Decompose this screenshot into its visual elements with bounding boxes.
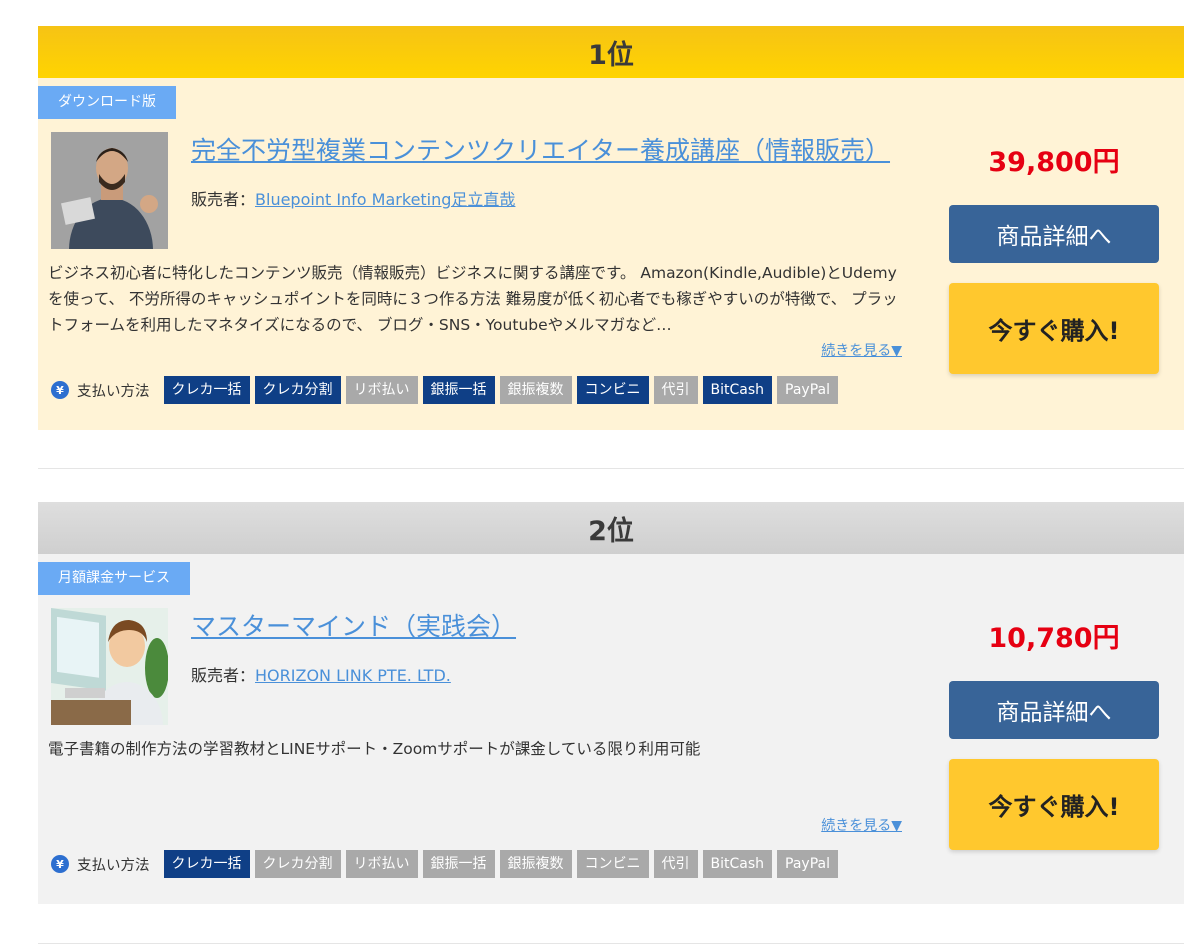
payment-tag: コンビニ — [576, 850, 649, 878]
product-detail-button[interactable]: 商品詳細へ — [949, 205, 1159, 263]
payment-tag: クレカ一括 — [163, 376, 250, 404]
payment-methods-row: ¥ 支払い方法 クレカ一括 クレカ分割 リボ払い 銀振一括 銀振複数 コンビニ … — [51, 376, 838, 404]
payment-tags: クレカ一括 クレカ分割 リボ払い 銀振一括 銀振複数 コンビニ 代引 BitCa… — [163, 376, 838, 404]
product-thumbnail[interactable] — [51, 608, 168, 725]
product-detail-button[interactable]: 商品詳細へ — [949, 681, 1159, 739]
payment-tag: BitCash — [702, 850, 773, 878]
payment-tag: BitCash — [702, 376, 773, 404]
payment-methods-label: 支払い方法 — [77, 383, 150, 400]
read-more-link[interactable]: 続きを見る▼ — [821, 340, 902, 360]
seller-info: 販売者：Bluepoint Info Marketing足立直哉 — [191, 186, 515, 210]
payment-tag: クレカ分割 — [254, 376, 341, 404]
seller-prefix: 販売者： — [191, 190, 256, 209]
product-title-link[interactable]: 完全不労型複業コンテンツクリエイター養成講座（情報販売） — [191, 131, 911, 167]
payment-tag: 銀振一括 — [422, 376, 495, 404]
seller-link[interactable]: Bluepoint Info Marketing足立直哉 — [255, 190, 515, 209]
section-divider — [38, 943, 1184, 944]
rank-header: 2位 — [38, 502, 1184, 554]
product-type-badge: 月額課金サービス — [38, 562, 190, 595]
section-divider — [38, 468, 1184, 469]
product-price: 10,780円 — [988, 623, 1120, 654]
payment-methods-label: 支払い方法 — [77, 857, 150, 874]
product-price: 39,800円 — [988, 147, 1120, 178]
ranking-card-2: 2位 月額課金サービス マスターマインド（実践会） 販売者：HORIZON LI… — [38, 502, 1184, 904]
seller-prefix: 販売者： — [191, 666, 256, 685]
payment-methods-row: ¥ 支払い方法 クレカ一括 クレカ分割 リボ払い 銀振一括 銀振複数 コンビニ … — [51, 850, 838, 878]
rank-header: 1位 — [38, 26, 1184, 78]
yen-icon: ¥ — [51, 855, 69, 873]
payment-tags: クレカ一括 クレカ分割 リボ払い 銀振一括 銀振複数 コンビニ 代引 BitCa… — [163, 850, 838, 878]
payment-tag: 代引 — [653, 850, 698, 878]
payment-tag: 銀振一括 — [422, 850, 495, 878]
payment-tag: リボ払い — [345, 850, 418, 878]
seller-link[interactable]: HORIZON LINK PTE. LTD. — [255, 666, 451, 685]
product-description: ビジネス初心者に特化したコンテンツ販売（情報販売）ビジネスに関する講座です。 A… — [48, 264, 898, 334]
payment-tag: クレカ分割 — [254, 850, 341, 878]
product-title-link[interactable]: マスターマインド（実践会） — [191, 607, 911, 643]
payment-tag: 銀振複数 — [499, 376, 572, 404]
payment-tag: PayPal — [777, 850, 838, 878]
buy-now-button[interactable]: 今すぐ購入! — [949, 283, 1159, 374]
product-description: 電子書籍の制作方法の学習教材とLINEサポート・Zoomサポートが課金している限… — [48, 740, 701, 758]
payment-tag: コンビニ — [576, 376, 649, 404]
ranking-card-1: 1位 ダウンロード版 完全不労型複業コンテンツクリエイター養成講座（情報販売） … — [38, 26, 1184, 430]
product-thumbnail[interactable] — [51, 132, 168, 249]
read-more-link[interactable]: 続きを見る▼ — [821, 815, 902, 835]
payment-tag: クレカ一括 — [163, 850, 250, 878]
yen-icon: ¥ — [51, 381, 69, 399]
payment-tag: 銀振複数 — [499, 850, 572, 878]
payment-tag: PayPal — [777, 376, 838, 404]
product-type-badge: ダウンロード版 — [38, 86, 176, 119]
buy-now-button[interactable]: 今すぐ購入! — [949, 759, 1159, 850]
payment-tag: 代引 — [653, 376, 698, 404]
payment-tag: リボ払い — [345, 376, 418, 404]
seller-info: 販売者：HORIZON LINK PTE. LTD. — [191, 662, 451, 686]
